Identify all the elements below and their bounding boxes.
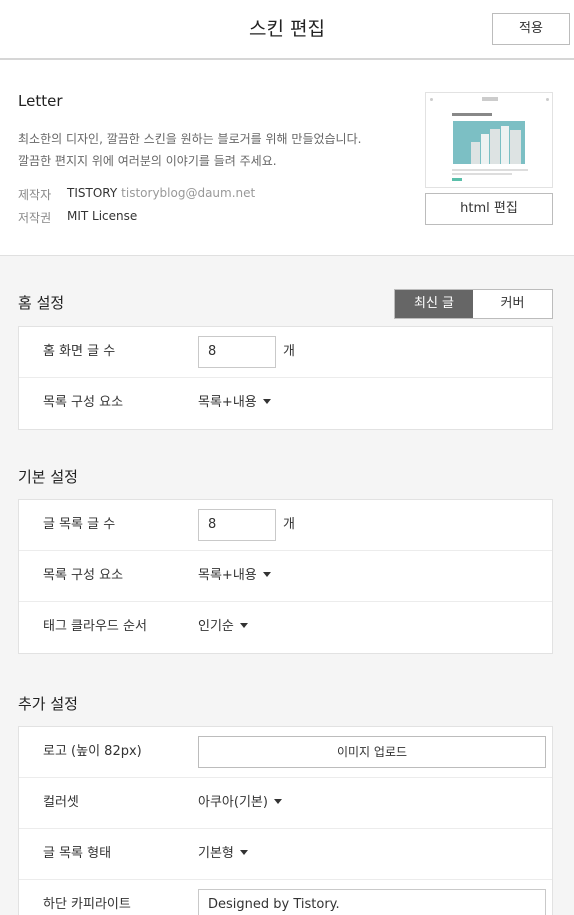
- caret-down-icon: [239, 623, 248, 628]
- setting-label: 목록 구성 요소: [43, 568, 124, 583]
- setting-label: 홈 화면 글 수: [43, 344, 116, 359]
- license-value: MIT License: [67, 209, 138, 223]
- thumbnail-text-line: [452, 169, 528, 171]
- home-settings-card: 홈 화면 글 수 8 개 목록 구성 요소 목록+내용: [18, 326, 553, 430]
- skin-description-line: 최소한의 디자인, 깔끔한 스킨을 원하는 블로거를 위해 만들었습니다.: [18, 132, 362, 146]
- thumbnail-building: [510, 130, 521, 164]
- list-style-select[interactable]: 기본형: [198, 829, 248, 879]
- setting-label: 하단 카피라이트: [43, 897, 131, 912]
- skin-description: 최소한의 디자인, 깔끔한 스킨을 원하는 블로거를 위해 만들었습니다. 깔끔…: [18, 128, 398, 172]
- caret-down-icon: [262, 399, 271, 404]
- thumbnail-post-title: [452, 113, 492, 116]
- tab-latest-posts[interactable]: 최신 글: [395, 290, 473, 318]
- select-value: 아쿠아(기본): [198, 795, 268, 810]
- thumbnail-more-button: [452, 178, 462, 181]
- basic-settings-title: 기본 설정: [18, 468, 78, 486]
- setting-label: 글 목록 글 수: [43, 517, 116, 532]
- setting-label: 컬러셋: [43, 795, 79, 810]
- thumbnail-image: [453, 121, 525, 164]
- license-label: 저작권: [18, 211, 52, 225]
- skin-name: Letter: [18, 92, 63, 110]
- basic-settings-card: 글 목록 글 수 8 개 목록 구성 요소 목록+내용 태그 클라우드 순서 인…: [18, 499, 553, 654]
- extra-settings-title: 추가 설정: [18, 695, 78, 713]
- select-value: 인기순: [198, 619, 234, 634]
- setting-row: 하단 카피라이트 Designed by Tistory.: [19, 880, 552, 915]
- setting-label: 글 목록 형태: [43, 846, 112, 861]
- setting-row: 로고 (높이 82px) 이미지 업로드: [19, 727, 552, 778]
- unit-label: 개: [283, 517, 295, 532]
- extra-settings-card: 로고 (높이 82px) 이미지 업로드 컬러셋 아쿠아(기본) 글 목록 형태…: [18, 726, 553, 915]
- colorset-select[interactable]: 아쿠아(기본): [198, 778, 282, 828]
- setting-row: 목록 구성 요소 목록+내용: [19, 551, 552, 602]
- author-email: tistoryblog@daum.net: [121, 186, 256, 200]
- home-mode-toggle: 최신 글 커버: [394, 289, 553, 319]
- thumbnail-menu-dot: [430, 98, 433, 101]
- author-value: TISTORY tistoryblog@daum.net: [67, 186, 255, 200]
- skin-info-panel: Letter 최소한의 디자인, 깔끔한 스킨을 원하는 블로거를 위해 만들었…: [0, 60, 574, 256]
- setting-row: 컬러셋 아쿠아(기본): [19, 778, 552, 829]
- skin-thumbnail: [425, 92, 553, 188]
- caret-down-icon: [273, 799, 282, 804]
- home-post-count-input[interactable]: 8: [198, 336, 276, 368]
- tab-cover[interactable]: 커버: [473, 290, 552, 318]
- caret-down-icon: [239, 850, 248, 855]
- select-value: 목록+내용: [198, 395, 257, 410]
- top-bar: 스킨 편집 적용: [0, 0, 574, 60]
- select-value: 기본형: [198, 846, 234, 861]
- unit-label: 개: [283, 344, 295, 359]
- setting-row: 글 목록 글 수 8 개: [19, 500, 552, 551]
- copyright-input[interactable]: Designed by Tistory.: [198, 889, 546, 915]
- home-list-elements-select[interactable]: 목록+내용: [198, 378, 271, 428]
- home-settings-title: 홈 설정: [18, 294, 65, 312]
- list-elements-select[interactable]: 목록+내용: [198, 551, 271, 601]
- thumbnail-text-line: [452, 173, 512, 175]
- select-value: 목록+내용: [198, 568, 257, 583]
- skin-description-line: 깔끔한 편지지 위에 여러분의 이야기를 들려 주세요.: [18, 154, 277, 168]
- thumbnail-building: [481, 134, 489, 164]
- setting-row: 글 목록 형태 기본형: [19, 829, 552, 880]
- setting-row: 홈 화면 글 수 8 개: [19, 327, 552, 378]
- thumbnail-building: [490, 129, 500, 164]
- setting-row: 태그 클라우드 순서 인기순: [19, 602, 552, 653]
- caret-down-icon: [262, 572, 271, 577]
- thumbnail-logo: [482, 97, 498, 101]
- list-post-count-input[interactable]: 8: [198, 509, 276, 541]
- thumbnail-building: [501, 126, 509, 164]
- thumbnail-building: [471, 142, 480, 164]
- setting-label: 태그 클라우드 순서: [43, 619, 147, 634]
- tag-cloud-order-select[interactable]: 인기순: [198, 602, 248, 652]
- logo-upload-button[interactable]: 이미지 업로드: [198, 736, 546, 768]
- apply-button[interactable]: 적용: [492, 13, 570, 45]
- html-edit-button[interactable]: html 편집: [425, 193, 553, 225]
- page-title: 스킨 편집: [249, 18, 325, 40]
- setting-row: 목록 구성 요소 목록+내용: [19, 378, 552, 429]
- setting-label: 목록 구성 요소: [43, 395, 124, 410]
- thumbnail-menu-dot: [546, 98, 549, 101]
- author-name: TISTORY: [67, 186, 118, 200]
- setting-label: 로고 (높이 82px): [43, 744, 142, 759]
- author-label: 제작자: [18, 188, 52, 202]
